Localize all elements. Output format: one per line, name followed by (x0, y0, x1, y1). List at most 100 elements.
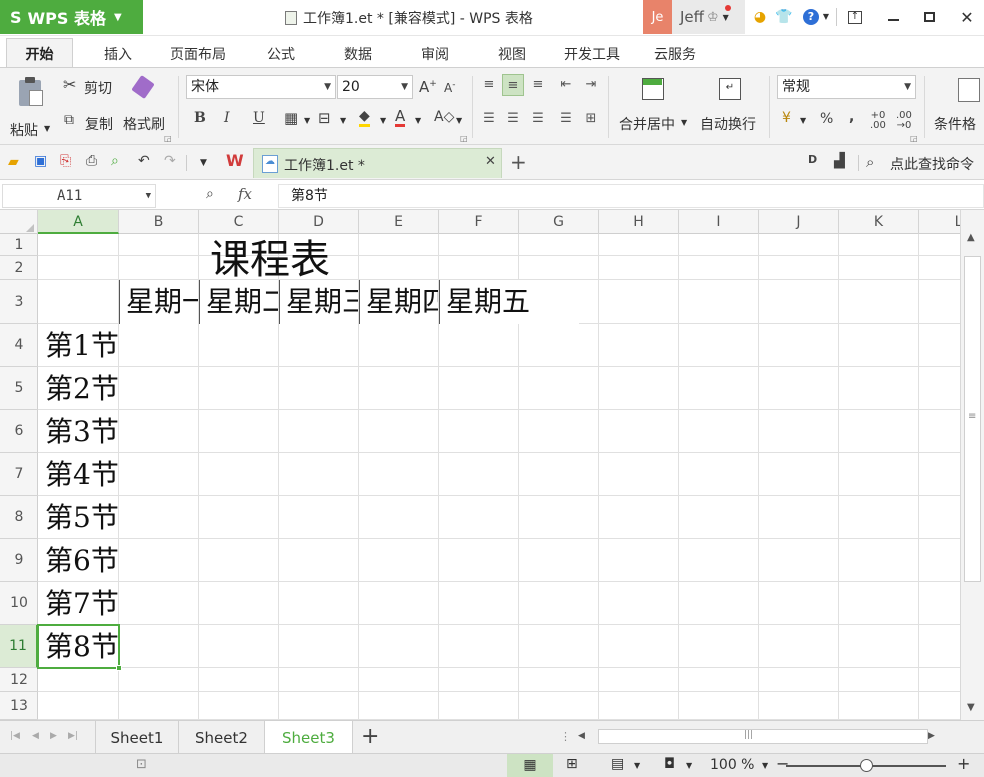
chevron-down-icon[interactable]: ▼ (200, 158, 207, 168)
copy-button[interactable]: 复制 (85, 114, 113, 134)
decrease-font-icon[interactable]: A- (444, 80, 455, 95)
zoom-level[interactable]: 100 % (710, 757, 754, 773)
command-search[interactable]: 点此查找命令 (890, 154, 974, 174)
column-header[interactable]: J (759, 210, 839, 234)
conditional-format-icon[interactable] (958, 78, 980, 102)
chevron-down-icon[interactable]: ▼ (340, 116, 346, 125)
wps-home-icon[interactable]: W (226, 151, 244, 170)
row-header[interactable]: 5 (0, 367, 38, 410)
tab-developer[interactable]: 开发工具 (564, 44, 620, 64)
currency-icon[interactable]: ¥ (782, 110, 791, 126)
weekday-cell[interactable]: 星期三 (279, 280, 358, 324)
column-header[interactable]: C (199, 210, 279, 234)
clear-format-icon[interactable]: A◇ (434, 109, 454, 125)
align-left-icon[interactable]: ☰ (478, 108, 500, 130)
period-cell[interactable]: 第4节 (45, 457, 119, 493)
cut-button[interactable]: 剪切 (84, 78, 112, 98)
undo-icon[interactable]: ↶ (138, 153, 150, 169)
row-header[interactable]: 13 (0, 692, 38, 720)
border-icon[interactable]: ▦ (284, 109, 298, 127)
chevron-down-icon[interactable]: ▼ (762, 761, 768, 770)
column-header[interactable]: K (839, 210, 919, 234)
comment-icon[interactable]: ▟ (834, 153, 845, 169)
justify-icon[interactable]: ☰ (555, 108, 577, 130)
zoom-out-icon[interactable]: − (776, 754, 789, 773)
scroll-down-icon[interactable]: ▼ (967, 702, 975, 713)
wrap-text-icon[interactable]: ↵ (719, 78, 741, 100)
increase-indent-icon[interactable]: ⇥ (580, 74, 602, 96)
column-header[interactable]: F (439, 210, 519, 234)
user-account[interactable]: Je Jeff ♔ ▼ (643, 0, 745, 34)
dialog-launcher-icon[interactable]: ◲ (910, 134, 918, 143)
font-size-select[interactable]: 20 ▼ (337, 75, 413, 99)
chevron-down-icon[interactable]: ▼ (723, 13, 729, 22)
maximize-button[interactable] (910, 0, 948, 34)
chevron-down-icon[interactable]: ▼ (818, 9, 834, 25)
hscroll-left-icon[interactable]: ◀ (578, 731, 585, 741)
align-middle-icon[interactable]: ≡ (502, 74, 524, 96)
add-tab-icon[interactable]: + (510, 150, 527, 174)
zoom-formula-icon[interactable]: ⌕ (206, 186, 214, 202)
font-color-icon[interactable]: A (395, 108, 406, 127)
dialog-launcher-icon[interactable]: ◲ (460, 134, 468, 143)
column-header[interactable]: A (38, 210, 119, 234)
last-sheet-icon[interactable]: ▶| (68, 731, 78, 741)
page-layout-view-icon[interactable]: ▤ (611, 756, 624, 772)
fill-handle[interactable] (116, 665, 122, 671)
fx-button[interactable]: fx (238, 185, 252, 203)
period-cell[interactable]: 第5节 (45, 500, 119, 536)
vertical-scrollbar[interactable]: ▲ ≡ ▼ (960, 210, 984, 720)
document-tab[interactable]: ☁ 工作簿1.et * ✕ (253, 148, 502, 178)
select-all-corner[interactable] (0, 210, 38, 234)
row-header[interactable]: 11 (0, 625, 38, 668)
next-sheet-icon[interactable]: ▶ (50, 731, 57, 741)
tab-review[interactable]: 审阅 (421, 44, 449, 64)
scroll-up-icon[interactable]: ▲ (967, 232, 975, 243)
row-header[interactable]: 8 (0, 496, 38, 539)
horizontal-scrollbar[interactable]: ||| (598, 729, 928, 744)
weekday-cell[interactable]: 星期二 (199, 280, 278, 324)
column-header[interactable]: D (279, 210, 359, 234)
align-bottom-icon[interactable]: ≡ (527, 74, 549, 96)
row-header[interactable]: 10 (0, 582, 38, 625)
increase-decimal-icon[interactable]: +0.00 (870, 111, 886, 131)
open-folder-icon[interactable]: ▰ (8, 154, 19, 170)
search-icon[interactable]: ⌕ (866, 153, 874, 171)
font-name-select[interactable]: 宋体 ▼ (186, 75, 336, 99)
spreadsheet-grid[interactable]: ABCDEFGHIJKL 12345678910111213 课程表 星期一星期… (0, 210, 960, 720)
chevron-down-icon[interactable]: ▼ (304, 116, 310, 125)
conditional-format-button[interactable]: 条件格 (934, 114, 976, 134)
row-header[interactable]: 4 (0, 324, 38, 367)
cell-title[interactable]: 课程表 (210, 236, 330, 284)
chevron-down-icon[interactable]: ▼ (456, 116, 462, 125)
sheet-tab-2[interactable]: Sheet2 (179, 721, 265, 754)
add-sheet-icon[interactable]: + (361, 724, 379, 749)
weekday-cell[interactable]: 星期一 (119, 280, 198, 324)
close-tab-icon[interactable]: ✕ (485, 154, 496, 169)
scroll-thumb[interactable]: ≡ (964, 256, 981, 582)
zoom-in-icon[interactable]: + (957, 754, 970, 773)
period-cell[interactable]: 第7节 (45, 586, 119, 622)
page-break-view-icon[interactable]: ⊞ (566, 756, 578, 772)
upload-button[interactable]: ↑ (836, 0, 874, 34)
format-painter-button[interactable]: 格式刷 (123, 114, 165, 134)
column-header[interactable]: G (519, 210, 599, 234)
increase-font-icon[interactable]: A+ (419, 78, 437, 96)
zoom-slider[interactable] (786, 759, 946, 772)
name-box[interactable]: A11 ▼ (2, 184, 156, 208)
tab-data[interactable]: 数据 (344, 44, 372, 64)
selected-cell-border[interactable] (37, 624, 122, 671)
reading-mode-icon[interactable]: ◘ (664, 756, 675, 772)
tab-formulas[interactable]: 公式 (267, 44, 295, 64)
print-icon[interactable]: ⎙ (86, 153, 97, 169)
percent-button[interactable]: % (820, 111, 833, 127)
distributed-icon[interactable]: ⊞ (580, 108, 602, 130)
skin-icon[interactable]: 👕 (775, 9, 792, 25)
decrease-decimal-icon[interactable]: .00 →0 (896, 111, 912, 131)
hscroll-right-icon[interactable]: ▶ (928, 731, 935, 741)
period-cell[interactable]: 第2节 (45, 371, 119, 407)
decrease-indent-icon[interactable]: ⇤ (555, 74, 577, 96)
column-header[interactable]: I (679, 210, 759, 234)
tab-page-layout[interactable]: 页面布局 (170, 44, 226, 64)
chevron-down-icon[interactable]: ▼ (686, 761, 692, 770)
